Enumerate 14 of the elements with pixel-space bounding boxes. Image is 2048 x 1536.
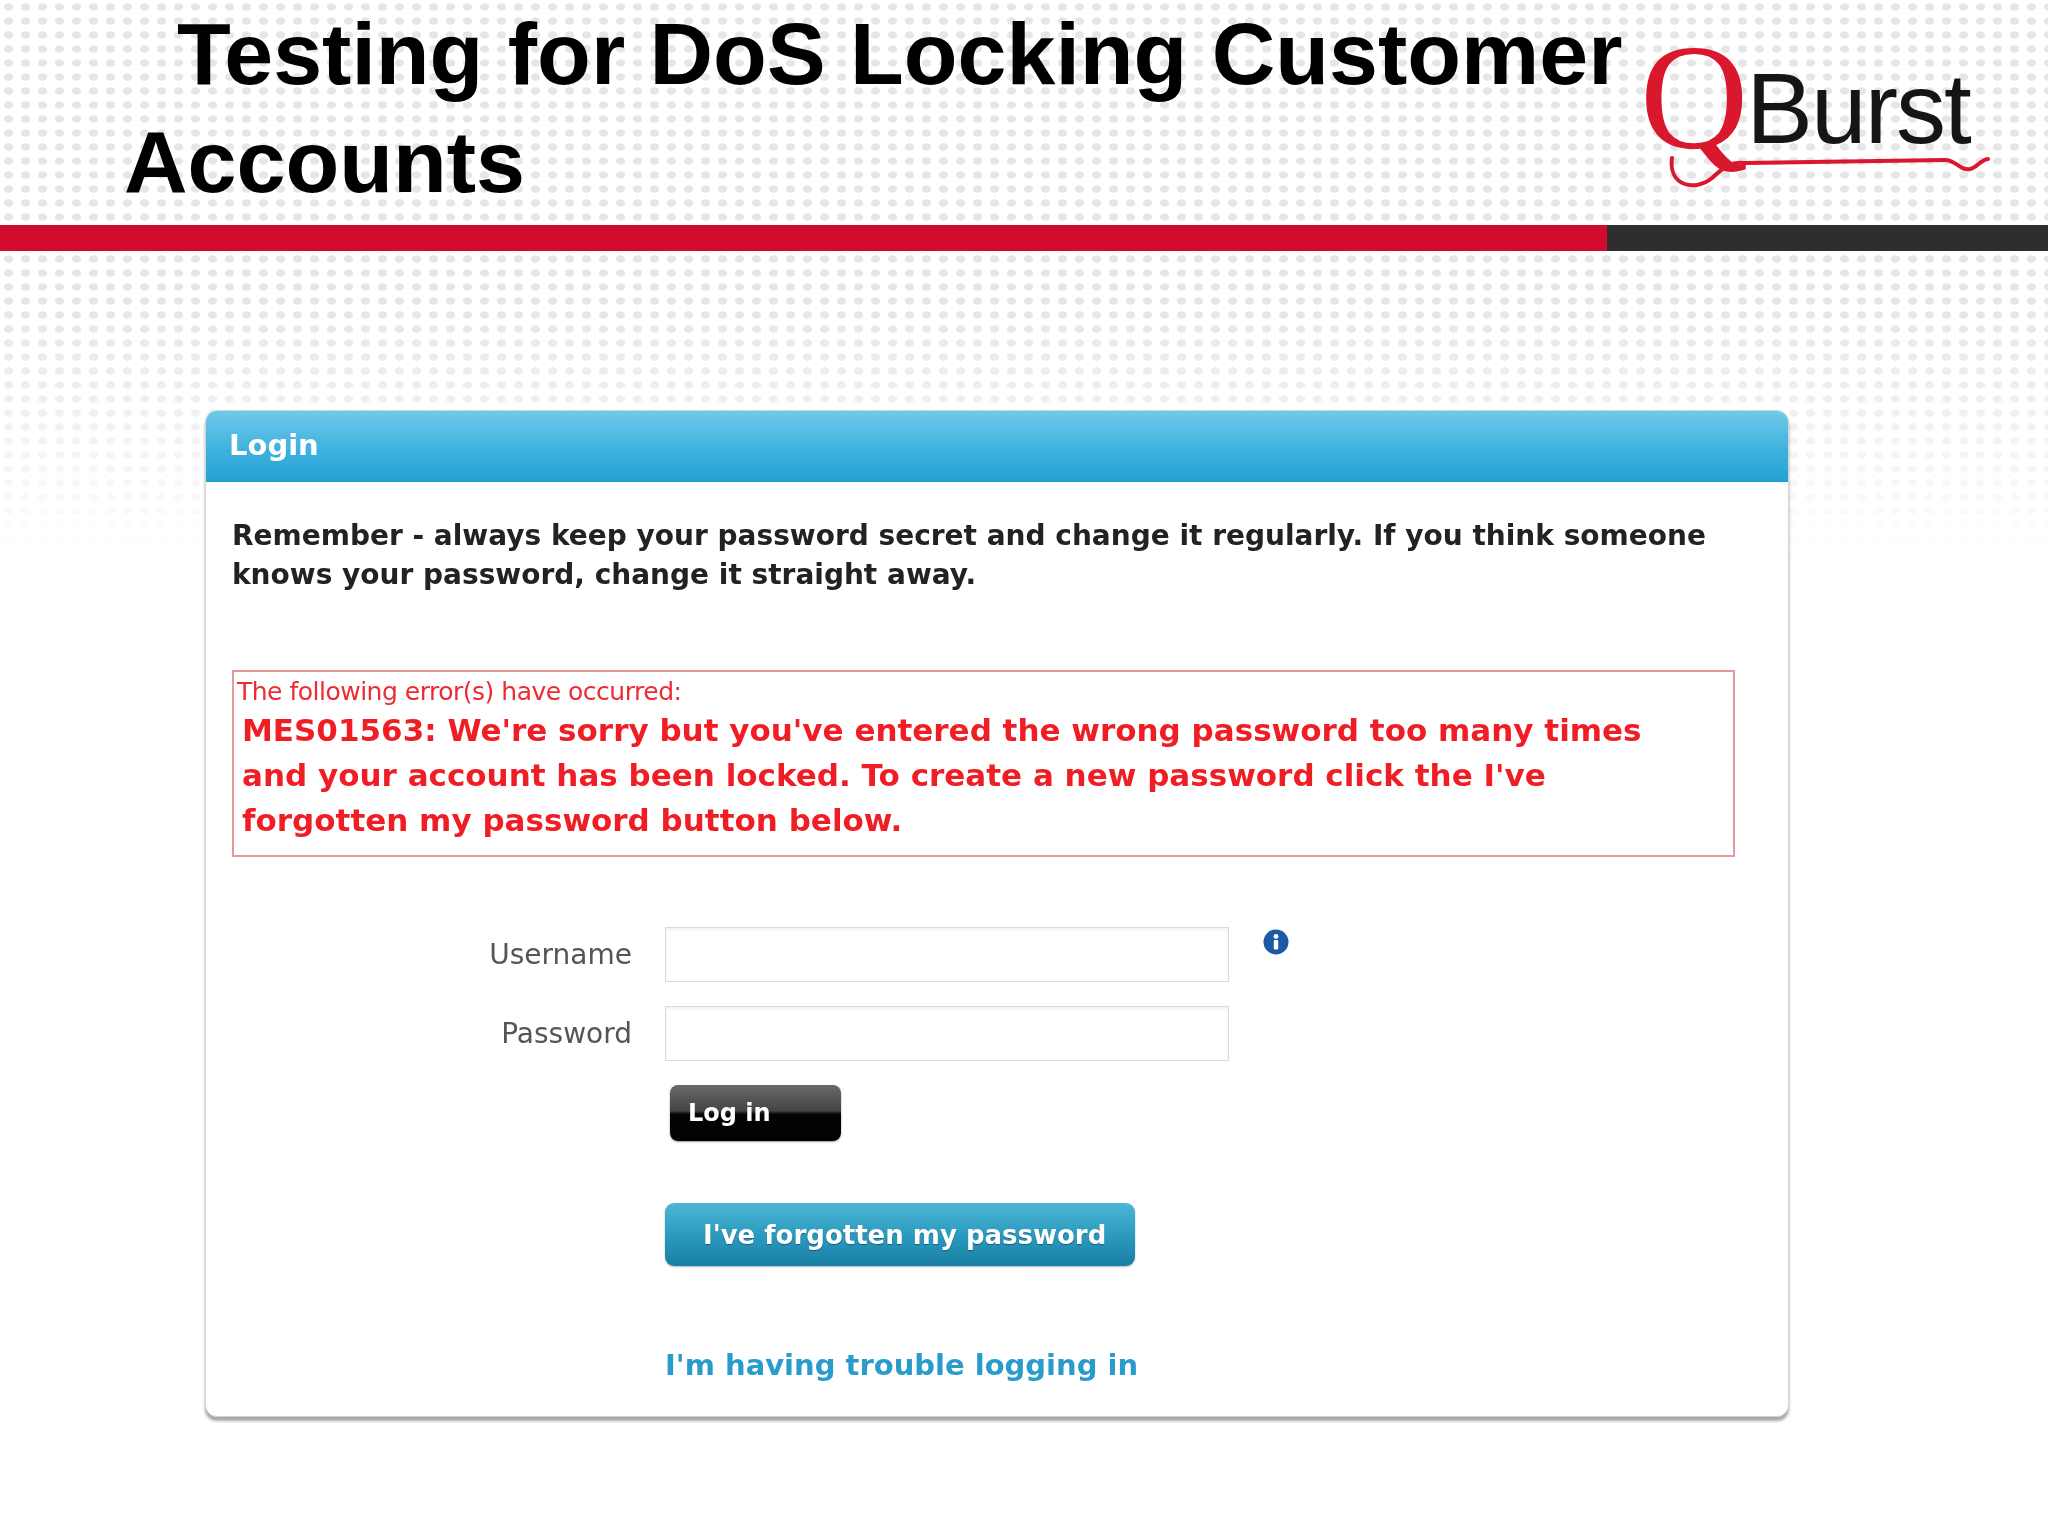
info-icon[interactable] [1263,929,1289,955]
error-heading: The following error(s) have occurred: [237,676,683,708]
notice-text: Remember - always keep your password secret and change it regularly. If you think someone knows your password, change it straight away. [232,518,1707,593]
error-message: MES01563: We're sorry but you've entered the wrong password too many times and your account has been locked. To create a new password click the I've forgotten my password button below. [241,711,1643,840]
company-logo: QBurst [1640,40,1990,190]
username-label: Username [488,938,632,971]
forgot-password-button[interactable]: I've forgotten my password [665,1203,1135,1266]
slide-title: Testing for DoS Locking Customer Accounts [123,3,1624,213]
password-label: Password [500,1017,632,1050]
username-field[interactable] [665,927,1229,982]
panel-header: Login [206,411,1788,482]
password-field[interactable] [665,1006,1229,1061]
trouble-logging-in-link[interactable]: I'm having trouble logging in [665,1348,1139,1382]
login-button[interactable]: Log in [670,1085,841,1141]
